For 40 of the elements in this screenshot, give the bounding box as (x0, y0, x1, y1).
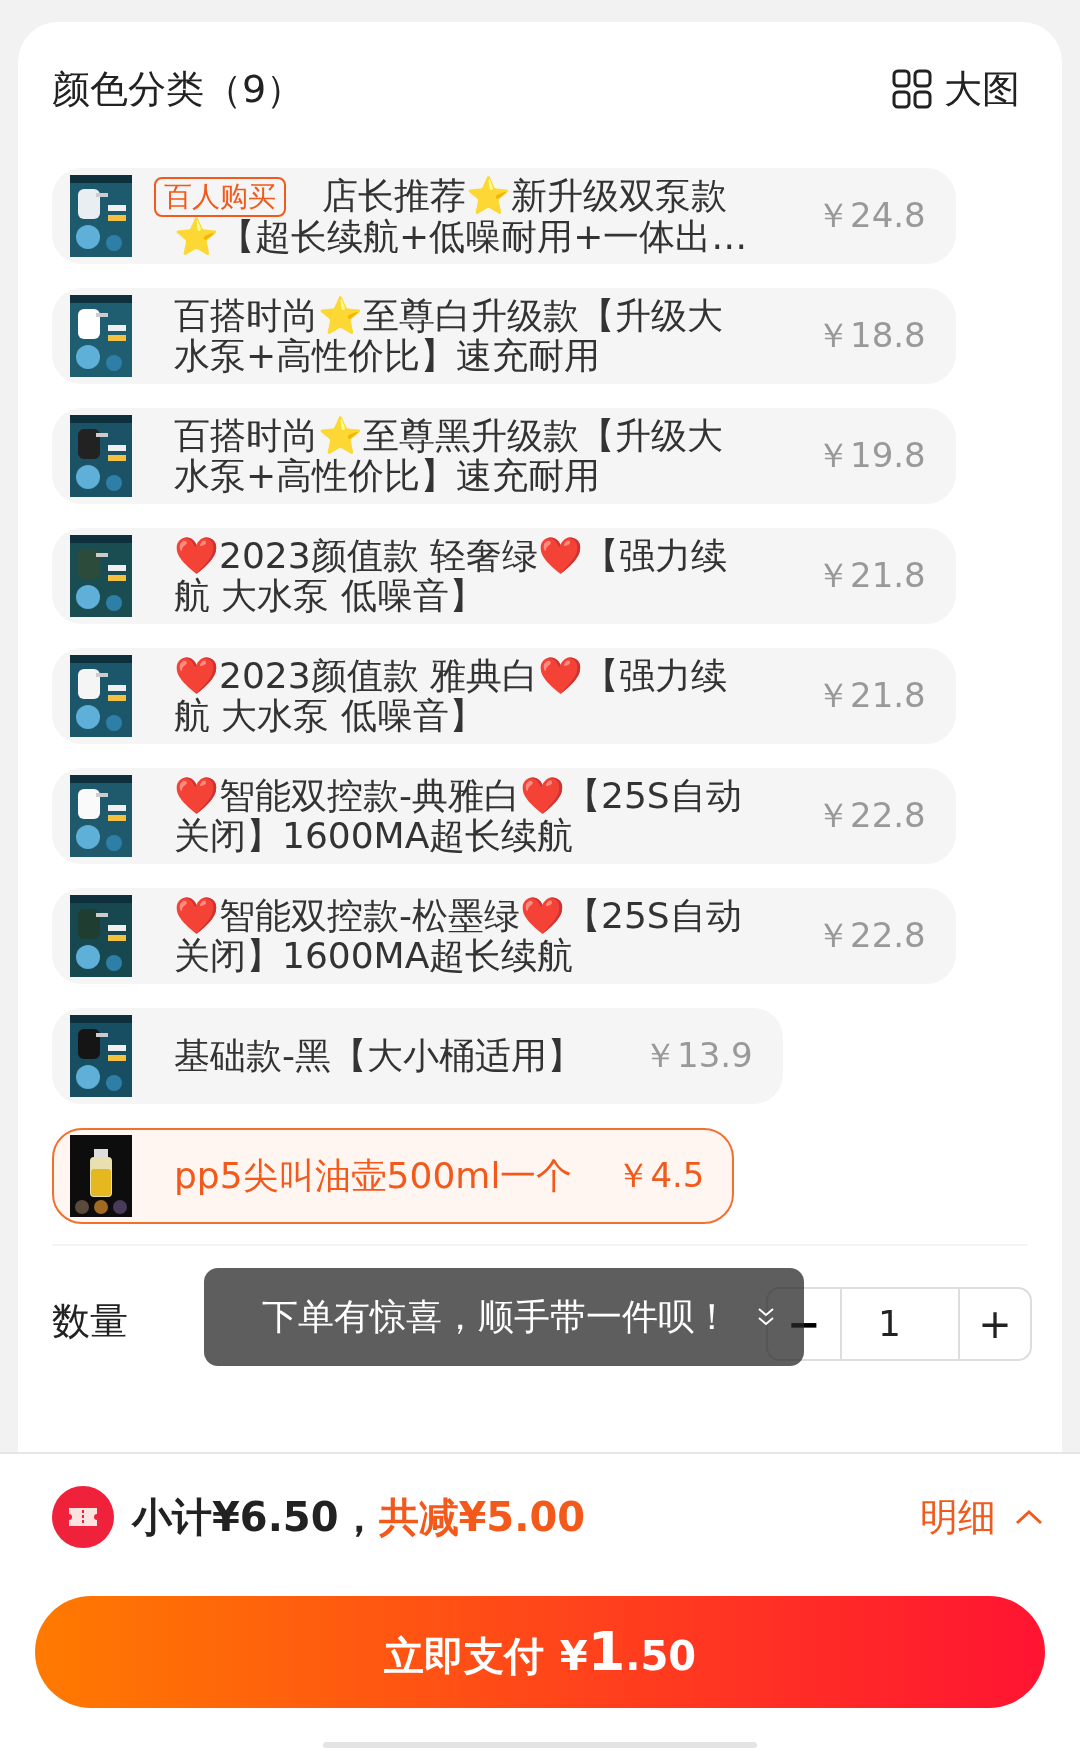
option-name: 百搭时尚⭐至尊黑升级款【升级大水泵+高性价比】速充耐用 (174, 416, 724, 496)
option-price: ￥19.8 (816, 434, 926, 477)
discount-text: 共减¥5.00 (378, 1492, 586, 1542)
coupon-icon (52, 1486, 114, 1548)
option-chip[interactable]: ❤2023颜值款 轻奢绿❤【强力续航 大水泵 低噪音】 ￥21.8 (52, 528, 956, 624)
option-price: ￥21.8 (816, 674, 926, 717)
option-name: ❤智能双控款-典雅白❤【25S自动关闭】1600MA超长续航 (174, 776, 743, 856)
option-price: ￥22.8 (816, 794, 926, 837)
toast-text: 下单有惊喜，顺手带一件呗！ (262, 1294, 730, 1339)
option-chip[interactable]: 百搭时尚⭐至尊黑升级款【升级大水泵+高性价比】速充耐用 ￥19.8 (52, 408, 956, 504)
section-title: 颜色分类（9） (52, 65, 305, 113)
option-chip[interactable]: 百人购买 店长推荐⭐新升级双泵款⭐【超长续航+低噪耐用+一体出… ￥24.8 (52, 168, 956, 264)
option-price: ￥24.8 (816, 194, 926, 237)
option-chip[interactable]: 基础款-黑【大小桶适用】 ￥13.9 (52, 1008, 783, 1104)
option-price: ￥21.8 (816, 554, 926, 597)
option-chip[interactable]: ❤智能双控款-松墨绿❤【25S自动关闭】1600MA超长续航 ￥22.8 (52, 888, 956, 984)
option-name: 基础款-黑【大小桶适用】 (174, 1036, 583, 1076)
view-toggle-button[interactable]: 大图 (892, 63, 1020, 115)
pay-now-button[interactable]: 立即支付 ¥1.50 (35, 1596, 1045, 1708)
chevron-up-icon (1014, 1508, 1044, 1526)
option-price: ￥4.5 (616, 1154, 705, 1197)
option-name: ❤智能双控款-松墨绿❤【25S自动关闭】1600MA超长续航 (174, 896, 743, 976)
option-chip[interactable]: 百搭时尚⭐至尊白升级款【升级大水泵+高性价比】速充耐用 ￥18.8 (52, 288, 956, 384)
decrease-button[interactable]: − (768, 1289, 840, 1359)
option-name: ❤2023颜值款 轻奢绿❤【强力续航 大水泵 低噪音】 (174, 536, 729, 616)
increase-button[interactable]: + (958, 1289, 1030, 1359)
option-price: ￥18.8 (816, 314, 926, 357)
option-price: ￥22.8 (816, 914, 926, 957)
quantity-value: 1 (840, 1289, 958, 1359)
popular-badge: 百人购买 (154, 176, 286, 217)
option-chip[interactable]: ❤智能双控款-典雅白❤【25S自动关闭】1600MA超长续航 ￥22.8 (52, 768, 956, 864)
option-name: pp5尖叫油壶500ml一个 (174, 1156, 573, 1196)
option-name: ❤2023颜值款 雅典白❤【强力续航 大水泵 低噪音】 (174, 656, 729, 736)
option-name: 百搭时尚⭐至尊白升级款【升级大水泵+高性价比】速充耐用 (174, 296, 724, 376)
quantity-label: 数量 (52, 1297, 128, 1345)
grid-icon (892, 69, 932, 109)
subtotal-text: 小计¥6.50， (132, 1492, 379, 1542)
option-price: ￥13.9 (643, 1034, 753, 1077)
option-chip[interactable]: ❤2023颜值款 雅典白❤【强力续航 大水泵 低噪音】 ￥21.8 (52, 648, 956, 744)
double-chevron-icon (756, 1306, 776, 1328)
